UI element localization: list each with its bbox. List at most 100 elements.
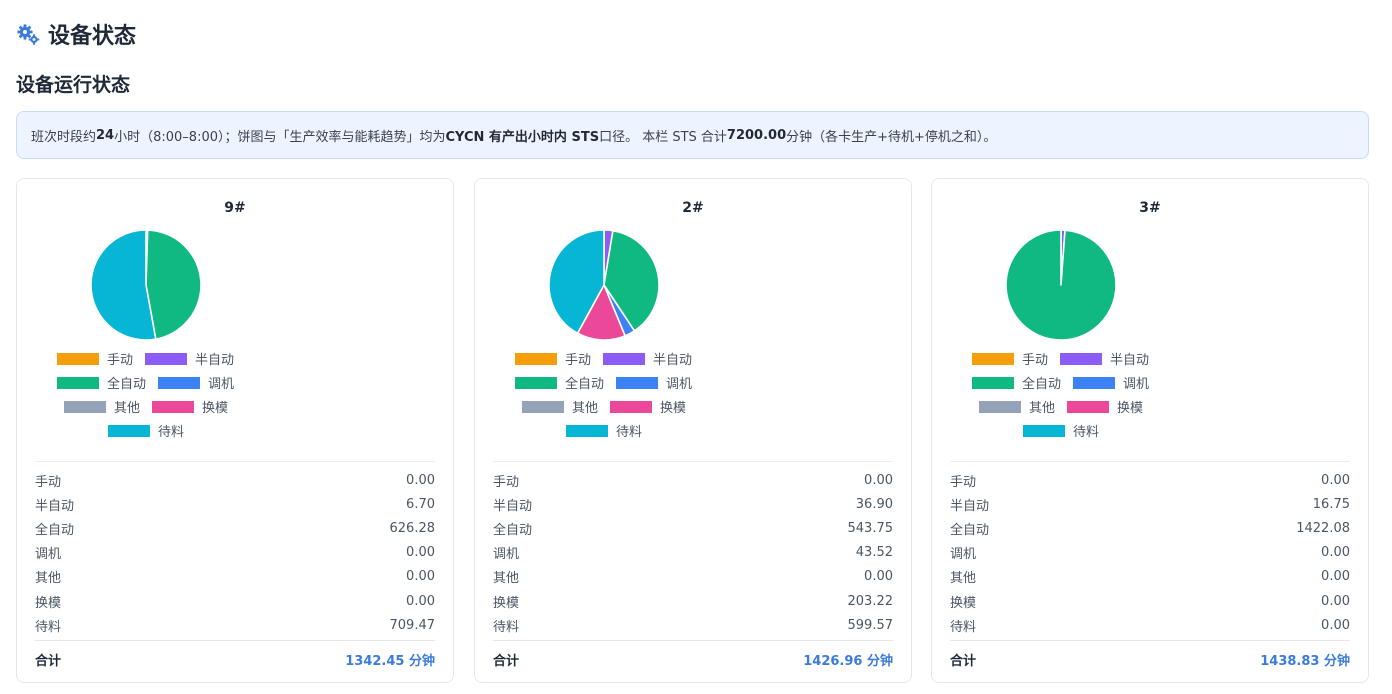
total-row: 合计 1426.96 分钟	[493, 649, 893, 669]
stat-row: 调机 43.52	[493, 543, 893, 563]
equipment-card: 9# 手动 半自动 全自动 调机 其他 换模 待料 手动 0.00 半自动 6.70 全自动 626.28…	[16, 178, 454, 683]
stat-value: 0.00	[1321, 593, 1350, 609]
stat-row: 换模 0.00	[35, 591, 435, 611]
legend-swatch	[616, 376, 658, 389]
stat-row: 换模 203.22	[493, 591, 893, 611]
legend-item[interactable]: 手动	[515, 349, 591, 368]
section-title: 设备运行状态	[16, 74, 131, 96]
legend-swatch	[152, 400, 194, 413]
legend-label: 换模	[1117, 401, 1144, 416]
stat-row: 半自动 36.90	[493, 494, 893, 514]
legend-swatch	[515, 376, 557, 389]
pie-slice[interactable]	[145, 229, 202, 340]
legend-label: 待料	[158, 425, 185, 440]
info-text-4: 分钟（各卡生产+待机+停机之和）。	[786, 129, 997, 145]
legend-label: 全自动	[107, 377, 147, 392]
total-label: 合计	[35, 653, 62, 669]
legend-item[interactable]: 半自动	[145, 349, 234, 368]
legend-item[interactable]: 手动	[972, 349, 1048, 368]
legend-label: 其他	[1029, 401, 1056, 416]
legend-swatch	[515, 352, 557, 365]
pie-slice[interactable]	[90, 229, 157, 341]
total-label: 合计	[950, 653, 977, 669]
info-text-2: 小时（8:00–8:00）；饼图与「生产效率与能耗趋势」均为	[114, 129, 446, 145]
legend-item[interactable]: 其他	[64, 397, 140, 416]
info-banner: 班次时段约 24 小时（8:00–8:00）；饼图与「生产效率与能耗趋势」均为 …	[16, 111, 1369, 159]
legend-item[interactable]: 换模	[1067, 397, 1143, 416]
legend-item[interactable]: 换模	[610, 397, 686, 416]
pie-slice[interactable]	[1005, 229, 1117, 341]
stat-row: 手动 0.00	[35, 470, 435, 490]
legend-swatch	[158, 376, 200, 389]
equipment-card: 3# 手动 半自动 全自动 调机 其他 换模 待料 手动 0.00 半自动 16.75 全自动 1422.…	[931, 178, 1369, 683]
stat-value: 0.00	[406, 545, 435, 561]
stat-label: 半自动	[493, 498, 533, 514]
stat-row: 手动 0.00	[493, 470, 893, 490]
legend-label: 调机	[208, 377, 235, 392]
legend-swatch	[566, 424, 608, 437]
legend-label: 全自动	[565, 377, 605, 392]
legend-item[interactable]: 全自动	[57, 373, 146, 392]
stat-label: 全自动	[950, 522, 990, 538]
legend-item[interactable]: 全自动	[972, 373, 1061, 392]
legend-item[interactable]: 待料	[566, 421, 642, 440]
stat-row: 半自动 16.75	[950, 494, 1350, 514]
info-scope: CYCN 有产出小时内 STS	[445, 129, 600, 145]
stat-label: 半自动	[950, 498, 990, 514]
stat-row: 调机 0.00	[950, 543, 1350, 563]
stat-label: 手动	[950, 474, 977, 490]
stat-label: 待料	[35, 619, 62, 635]
legend-label: 手动	[107, 353, 134, 368]
stat-value: 0.00	[1321, 472, 1350, 488]
stat-label: 其他	[35, 571, 62, 587]
divider	[35, 461, 435, 462]
stat-label: 换模	[35, 595, 62, 611]
stat-value: 0.00	[864, 472, 893, 488]
stat-row: 手动 0.00	[950, 470, 1350, 490]
legend-swatch	[64, 400, 106, 413]
legend-item[interactable]: 手动	[57, 349, 133, 368]
legend-item[interactable]: 其他	[522, 397, 598, 416]
info-shift-hours: 24	[96, 127, 115, 143]
legend-item[interactable]: 调机	[616, 373, 692, 392]
stat-value: 599.57	[847, 617, 894, 633]
legend-item[interactable]: 待料	[108, 421, 184, 440]
total-row: 合计 1438.83 分钟	[950, 649, 1350, 669]
legend-item[interactable]: 半自动	[1060, 349, 1149, 368]
legend-item[interactable]: 调机	[158, 373, 234, 392]
info-text-3: 口径。 本栏 STS 合计	[599, 129, 727, 145]
legend-swatch	[57, 352, 99, 365]
card-title: 3#	[1139, 200, 1161, 216]
legend-item[interactable]: 换模	[152, 397, 228, 416]
stat-row: 全自动 626.28	[35, 518, 435, 538]
legend-item[interactable]: 其他	[979, 397, 1055, 416]
equipment-card: 2# 手动 半自动 全自动 调机 其他 换模 待料 手动 0.00 半自动 36.90 全自动 543.7…	[474, 178, 912, 683]
legend-swatch	[522, 400, 564, 413]
legend-item[interactable]: 待料	[1023, 421, 1099, 440]
total-value: 1438.83 分钟	[1260, 653, 1350, 669]
legend-label: 其他	[114, 401, 141, 416]
legend-label: 半自动	[1110, 353, 1150, 368]
legend-item[interactable]: 全自动	[515, 373, 604, 392]
info-sts-total: 7200.00	[726, 127, 787, 143]
legend-label: 待料	[616, 425, 643, 440]
stat-label: 手动	[493, 474, 520, 490]
legend-swatch	[145, 352, 187, 365]
legend-item[interactable]: 调机	[1073, 373, 1149, 392]
stat-label: 全自动	[493, 522, 533, 538]
stat-label: 换模	[493, 595, 520, 611]
stat-value: 0.00	[406, 472, 435, 488]
stat-value: 203.22	[847, 593, 894, 609]
stat-value: 0.00	[1321, 545, 1350, 561]
stat-value: 36.90	[855, 496, 893, 512]
stat-label: 调机	[950, 547, 977, 563]
stat-row: 其他 0.00	[950, 567, 1350, 587]
legend-label: 半自动	[195, 353, 235, 368]
status-pie-chart	[1005, 229, 1117, 341]
stat-value: 543.75	[847, 520, 894, 536]
legend-item[interactable]: 半自动	[603, 349, 692, 368]
stat-value: 709.47	[389, 617, 436, 633]
stat-row: 全自动 543.75	[493, 518, 893, 538]
legend-swatch	[603, 352, 645, 365]
divider	[493, 461, 893, 462]
